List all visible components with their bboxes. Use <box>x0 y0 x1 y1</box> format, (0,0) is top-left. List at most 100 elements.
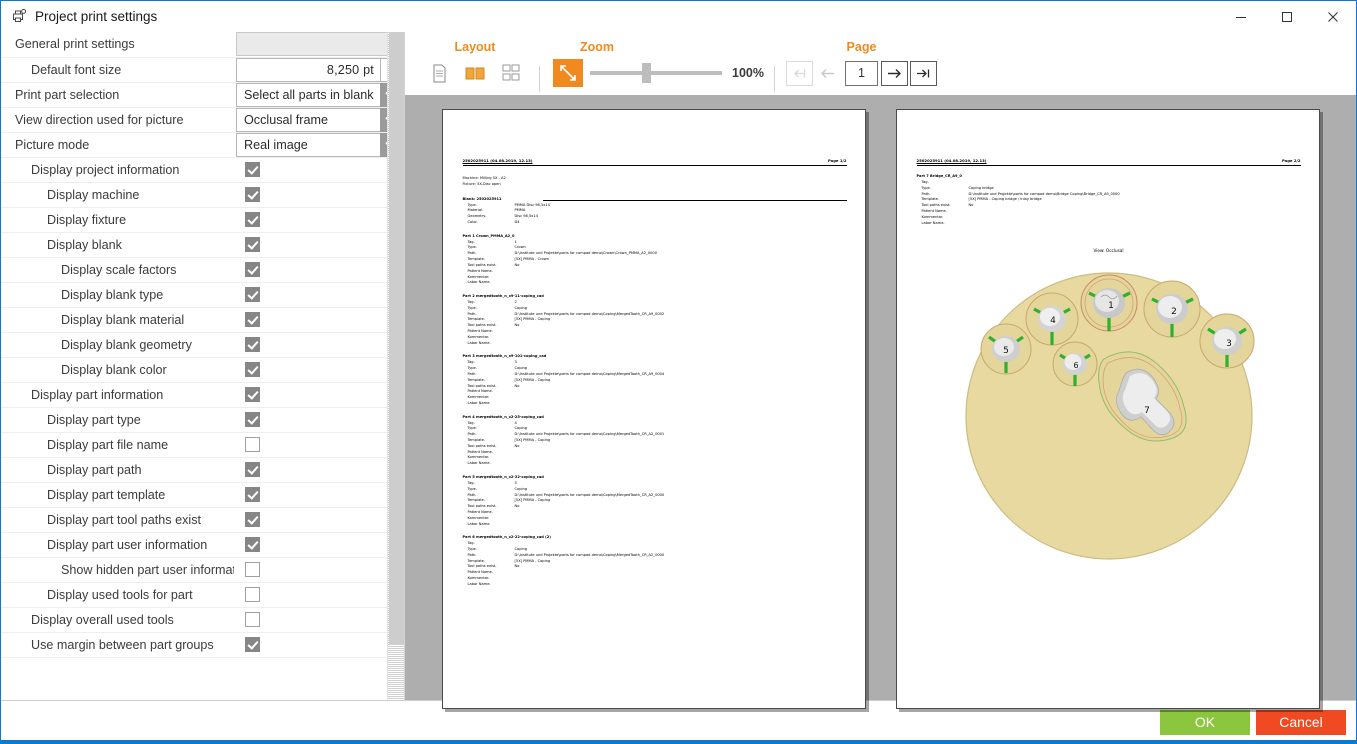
settings-scrollbar[interactable] <box>387 32 404 700</box>
settings-row-control[interactable]: 8,250 pt▲▼ <box>234 57 404 83</box>
settings-row-control[interactable] <box>234 332 404 358</box>
settings-checkbox[interactable] <box>245 562 260 578</box>
settings-row-label: Display blank geometry <box>1 332 234 358</box>
zoom-slider-thumb[interactable] <box>642 63 651 83</box>
settings-checkbox[interactable] <box>245 512 260 528</box>
settings-row-control[interactable] <box>234 207 404 233</box>
settings-row-control[interactable]: Select all parts in blank <box>234 82 404 108</box>
settings-checkbox[interactable] <box>245 487 260 503</box>
ok-button[interactable]: OK <box>1160 709 1250 735</box>
next-page-button[interactable] <box>880 60 908 86</box>
dropdown-value[interactable]: Select all parts in blank <box>236 82 380 107</box>
settings-row-control[interactable] <box>234 232 404 258</box>
printer-settings-icon <box>11 8 27 24</box>
settings-checkbox[interactable] <box>245 387 260 403</box>
dropdown[interactable]: Select all parts in blank <box>236 82 402 107</box>
settings-checkbox[interactable] <box>245 437 260 453</box>
page-1-header: 2502025911 (04.08.2019, 12.13) Page 1/2 <box>462 158 847 167</box>
settings-row-control[interactable] <box>234 432 404 458</box>
doc-part-block: Part 3 mergedtooth_n_x9-101-coping_cad Ta… <box>463 354 847 406</box>
settings-checkbox[interactable] <box>245 162 260 178</box>
first-page-button[interactable] <box>785 60 813 86</box>
last-page-button[interactable] <box>909 60 937 86</box>
dropdown[interactable]: Real image <box>236 132 402 157</box>
settings-checkbox[interactable] <box>245 587 260 603</box>
settings-row: Display blank geometry <box>1 332 404 358</box>
settings-row: Display blank type <box>1 282 404 308</box>
preview-page-1[interactable]: 2502025911 (04.08.2019, 12.13) Page 1/2 … <box>441 109 866 709</box>
preview-toolbar: Layout Zoom 100% Page 1 <box>405 32 1356 95</box>
doc-part-block: Part 7 Bridge_CR_A9_0 Tag. Type. Coping bri… <box>917 174 1301 226</box>
settings-row-label: Display fixture <box>1 207 234 233</box>
two-page-icon[interactable] <box>460 59 490 87</box>
settings-checkbox[interactable] <box>245 362 260 378</box>
settings-checkbox[interactable] <box>245 287 260 303</box>
settings-row-control[interactable] <box>234 157 404 183</box>
multi-page-icon[interactable] <box>496 59 526 87</box>
settings-row-control[interactable] <box>234 257 404 283</box>
settings-row-control[interactable] <box>234 607 404 633</box>
settings-row-control[interactable] <box>234 182 404 208</box>
settings-checkbox[interactable] <box>245 337 260 353</box>
minimize-button[interactable] <box>1218 1 1264 32</box>
dropdown[interactable]: Occlusal frame <box>236 107 402 132</box>
previous-page-button[interactable] <box>814 60 842 86</box>
page-number-input[interactable]: 1 <box>844 60 878 86</box>
settings-row-control[interactable] <box>234 407 404 433</box>
settings-row-label: Display part information <box>1 382 234 408</box>
cancel-button[interactable]: Cancel <box>1256 709 1346 735</box>
fit-to-window-icon[interactable] <box>553 59 583 87</box>
doc-part-block: Part 2 mergedtooth_n_x9-11-coping_cad Tag… <box>463 294 847 346</box>
font-size-stepper[interactable]: 8,250 pt▲▼ <box>236 57 402 82</box>
settings-row-control[interactable]: Real image <box>234 132 404 158</box>
settings-checkbox[interactable] <box>245 537 260 553</box>
dropdown-value[interactable]: Occlusal frame <box>236 107 380 132</box>
settings-row: Display scale factors <box>1 257 404 283</box>
settings-checkbox[interactable] <box>245 637 260 653</box>
dropdown-value[interactable]: Real image <box>236 132 380 157</box>
settings-row-control[interactable] <box>234 32 404 58</box>
settings-row-control[interactable] <box>234 632 404 658</box>
settings-checkbox[interactable] <box>245 412 260 428</box>
doc-field: Color. D4 <box>463 220 847 226</box>
settings-row: Display blank material <box>1 307 404 333</box>
font-size-input[interactable]: 8,250 pt <box>236 57 380 82</box>
settings-row-control[interactable] <box>234 382 404 408</box>
pages-area[interactable]: 2502025911 (04.08.2019, 12.13) Page 1/2 … <box>405 95 1356 709</box>
settings-checkbox[interactable] <box>245 612 260 628</box>
svg-text:7: 7 <box>1144 406 1150 416</box>
settings-row: Picture mode Real image <box>1 132 404 158</box>
settings-row-control[interactable] <box>234 557 404 583</box>
settings-row-label: Display part file name <box>1 432 234 458</box>
settings-checkbox[interactable] <box>245 262 260 278</box>
settings-row-control[interactable]: Occlusal frame <box>234 107 404 133</box>
single-page-icon[interactable] <box>424 59 454 87</box>
settings-row-control[interactable] <box>234 307 404 333</box>
settings-row-control[interactable] <box>234 357 404 383</box>
preview-page-2[interactable]: 2502025911 (04.08.2019, 12.13) Page 2/2 … <box>895 109 1320 709</box>
settings-row-control[interactable] <box>234 582 404 608</box>
settings-checkbox[interactable] <box>245 237 260 253</box>
settings-row: Display blank <box>1 232 404 258</box>
page-1-content: 2502025911 (04.08.2019, 12.13) Page 1/2 … <box>443 110 865 708</box>
zoom-slider-track[interactable] <box>590 63 722 83</box>
settings-checkbox[interactable] <box>245 462 260 478</box>
settings-row-control[interactable] <box>234 457 404 483</box>
settings-row: General print settings <box>1 32 404 58</box>
settings-scrollbar-thumb[interactable] <box>389 32 404 644</box>
settings-row-control[interactable] <box>234 532 404 558</box>
settings-checkbox[interactable] <box>245 187 260 203</box>
blank-title-text: Blank: 2502025911 <box>462 196 502 201</box>
settings-row-control[interactable] <box>234 282 404 308</box>
settings-row: Display project information <box>1 157 404 183</box>
settings-row-label: Show hidden part user information <box>1 557 234 583</box>
maximize-button[interactable] <box>1264 1 1310 32</box>
zoom-slider[interactable]: 100% <box>590 63 764 83</box>
settings-checkbox[interactable] <box>245 212 260 228</box>
settings-row-control[interactable] <box>234 507 404 533</box>
settings-checkbox[interactable] <box>245 312 260 328</box>
settings-row-control[interactable] <box>234 482 404 508</box>
doc-field: Labor Name. <box>463 401 847 407</box>
doc-field-key: Labor Name. <box>467 340 491 345</box>
close-button[interactable] <box>1310 1 1356 32</box>
